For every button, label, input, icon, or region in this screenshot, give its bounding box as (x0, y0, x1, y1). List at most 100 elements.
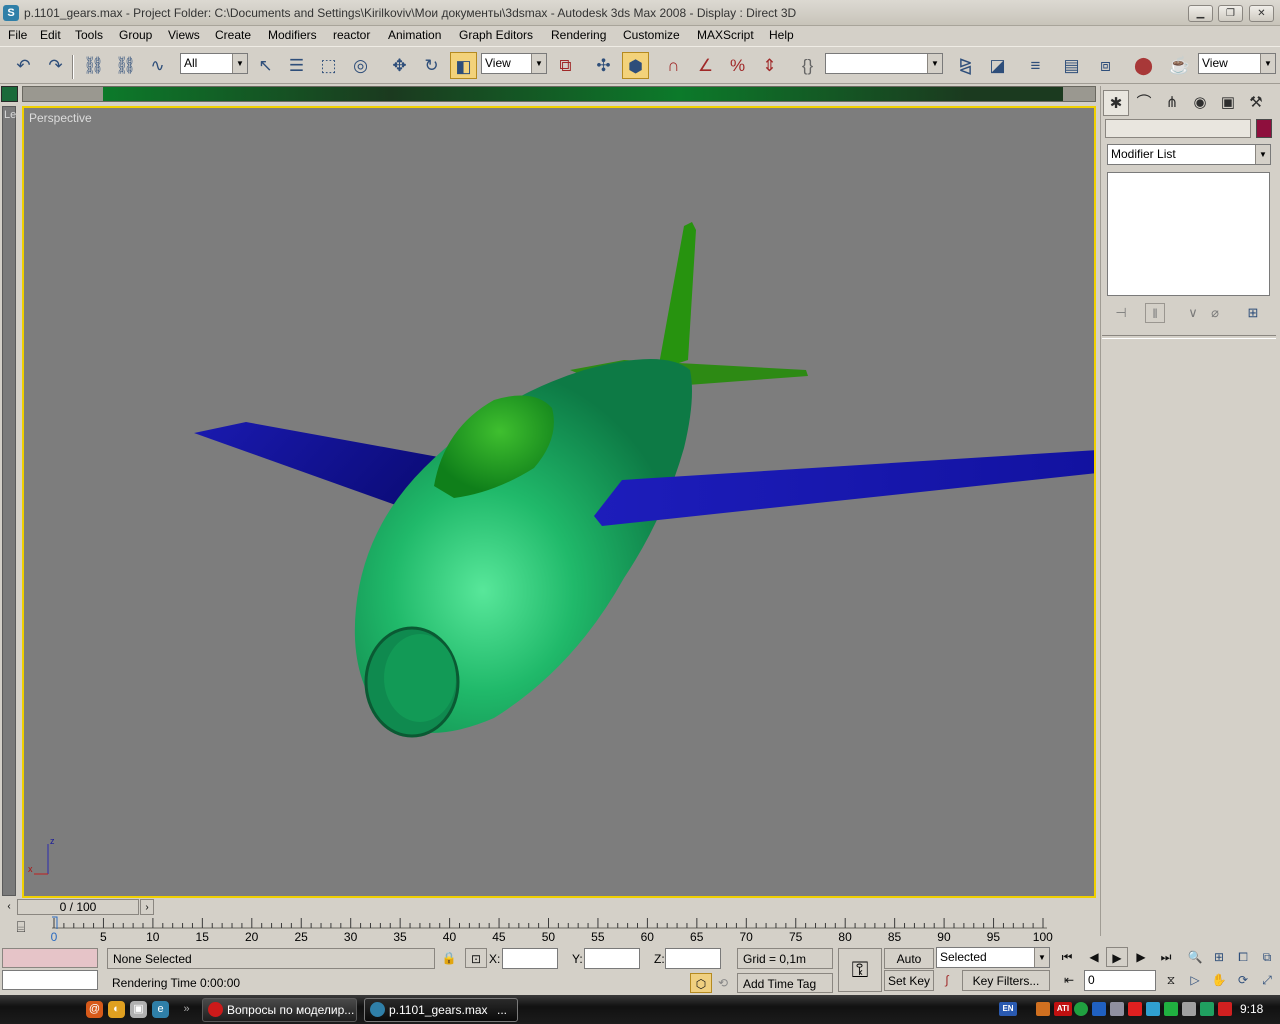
menu-modifiers[interactable]: Modifiers (268, 28, 317, 42)
spinner-snap-icon[interactable]: ⇕ (756, 52, 783, 79)
snaps-toggle-icon[interactable]: ∩ (660, 52, 687, 79)
arc-rotate-icon[interactable]: ⟳ (1232, 970, 1254, 990)
set-keys-key-icon[interactable]: ⚿ (838, 948, 882, 992)
add-time-tag-button[interactable]: Add Time Tag (737, 973, 833, 993)
x-coord-input[interactable] (502, 948, 558, 969)
device-tray-icon[interactable] (1110, 1002, 1124, 1016)
schematic-view-icon[interactable]: ⧈ (1092, 52, 1119, 79)
zoom-icon[interactable]: 🔍 (1184, 947, 1206, 967)
keyboard-shortcut-override-icon[interactable]: ⬢ (622, 52, 649, 79)
z-coord-input[interactable] (665, 948, 721, 969)
display-tab-icon[interactable]: ▣ (1215, 90, 1241, 116)
maxscript-mini-input[interactable] (2, 970, 98, 990)
monitor-tray-icon[interactable] (1092, 1002, 1106, 1016)
ati-tray-icon[interactable]: ATI (1054, 1002, 1072, 1016)
select-and-scale-icon[interactable]: ◧ (450, 52, 477, 79)
select-and-link-icon[interactable]: ⛓ (80, 52, 107, 79)
maximize-viewport-icon[interactable]: ⤢ (1256, 970, 1278, 990)
explorer-quicklaunch-icon[interactable]: ▣ (130, 1001, 147, 1018)
field-of-view-icon[interactable]: ▷ (1184, 970, 1206, 990)
menu-file[interactable]: File (8, 28, 27, 42)
time-slider-prev-icon[interactable]: ‹ (2, 899, 16, 915)
create-tab-icon[interactable]: ✱ (1103, 90, 1129, 116)
task-opera[interactable]: Вопросы по моделир... (202, 998, 357, 1022)
modifier-list-dropdown[interactable]: Modifier List ▼ (1107, 144, 1271, 165)
material-editor-icon[interactable]: ⬤ (1130, 52, 1157, 79)
time-slider[interactable]: 0 / 100 (17, 899, 139, 915)
left-viewport-edge[interactable]: Le (2, 106, 16, 896)
zoom-extents-icon[interactable]: ⧠ (1232, 947, 1254, 967)
menu-animation[interactable]: Animation (388, 28, 441, 42)
edit-named-selection-icon[interactable]: {} (794, 52, 821, 79)
next-frame-icon[interactable]: ▶ (1130, 947, 1152, 967)
set-key-button[interactable]: Set Key (884, 970, 934, 991)
align-icon[interactable]: ◪ (984, 52, 1011, 79)
browser-quicklaunch-icon[interactable]: ◐ (108, 1001, 125, 1018)
menu-rendering[interactable]: Rendering (551, 28, 606, 42)
current-frame-input[interactable]: 0 (1084, 970, 1156, 991)
zoom-extents-all-icon[interactable]: ⧉ (1256, 947, 1278, 967)
motion-tab-icon[interactable]: ◉ (1187, 90, 1213, 116)
quicklaunch-overflow-icon[interactable]: » (178, 1001, 195, 1018)
pin-stack-icon[interactable]: ⊣ (1111, 303, 1131, 323)
pivot-center-icon[interactable]: ⧉ (552, 52, 579, 79)
menu-create[interactable]: Create (215, 28, 251, 42)
object-color-swatch[interactable] (1256, 119, 1272, 138)
zoom-all-icon[interactable]: ⊞ (1208, 947, 1230, 967)
menu-reactor[interactable]: reactor (333, 28, 370, 42)
play-icon[interactable]: ▶ (1106, 947, 1128, 967)
configure-modifier-sets-icon[interactable]: ⊞ (1243, 303, 1263, 323)
update-tray-icon[interactable] (1164, 1002, 1178, 1016)
auto-key-button[interactable]: Auto Key (884, 948, 934, 986)
y-coord-input[interactable] (584, 948, 640, 969)
curve-editor-icon[interactable]: ▤ (1058, 52, 1085, 79)
open-mini-curve-editor-icon[interactable]: ⌸ (10, 919, 32, 939)
adaptive-degradation-icon[interactable]: ⬡ (690, 973, 712, 993)
menu-edit[interactable]: Edit (40, 28, 61, 42)
angle-snap-icon[interactable]: ∠ (692, 52, 719, 79)
named-selection-set-dropdown[interactable]: ▼ (825, 53, 943, 74)
menu-help[interactable]: Help (769, 28, 794, 42)
task-3dsmax[interactable]: p.1101_gears.max ... (364, 998, 518, 1022)
previous-frame-icon[interactable]: ◀ (1083, 947, 1105, 967)
viewport-strip-button[interactable] (1, 86, 18, 102)
bind-space-warp-icon[interactable]: ∿ (144, 52, 171, 79)
rectangular-selection-icon[interactable]: ⬚ (315, 52, 342, 79)
printer-tray-icon[interactable] (1182, 1002, 1196, 1016)
key-mode-dropdown[interactable]: Selected ▼ (936, 947, 1050, 968)
unlink-icon[interactable]: ⛓ (112, 52, 139, 79)
perspective-viewport[interactable]: Perspective z x (22, 106, 1096, 898)
pan-view-icon[interactable]: ✋ (1208, 970, 1230, 990)
make-unique-icon[interactable]: ∨ (1183, 303, 1203, 323)
reference-coordinate-dropdown[interactable]: View ▼ (481, 53, 547, 74)
sync-tray-icon[interactable] (1146, 1002, 1160, 1016)
menu-views[interactable]: Views (168, 28, 200, 42)
show-end-result-icon[interactable]: ‖ (1145, 303, 1165, 323)
select-and-rotate-icon[interactable]: ↻ (418, 52, 445, 79)
mail-agent-icon[interactable]: @ (86, 1001, 103, 1018)
mirror-icon[interactable]: ⧎ (952, 52, 979, 79)
ie-quicklaunch-icon[interactable]: e (152, 1001, 169, 1018)
language-indicator[interactable]: EN (999, 1002, 1017, 1016)
select-by-name-icon[interactable]: ☰ (283, 52, 310, 79)
menu-customize[interactable]: Customize (623, 28, 680, 42)
select-and-move-icon[interactable]: ✥ (386, 52, 413, 79)
absolute-mode-transform-icon[interactable]: ⊡ (465, 948, 487, 968)
select-and-manipulate-icon[interactable]: ✣ (590, 52, 617, 79)
key-mode-toggle-icon[interactable]: ⇤ (1058, 970, 1080, 990)
hierarchy-tab-icon[interactable]: ⋔ (1159, 90, 1185, 116)
redo-icon[interactable]: ↷ (42, 52, 69, 79)
antivirus-tray-icon[interactable] (1128, 1002, 1142, 1016)
window-crossing-icon[interactable]: ◎ (347, 52, 374, 79)
safe-remove-tray-icon[interactable] (1200, 1002, 1214, 1016)
key-filters-button[interactable]: Key Filters... (962, 970, 1050, 991)
menu-tools[interactable]: Tools (75, 28, 103, 42)
modifier-stack[interactable] (1107, 172, 1270, 296)
selection-lock-icon[interactable]: 🔒 (438, 948, 460, 968)
layer-manager-icon[interactable]: ≡ (1022, 52, 1049, 79)
network-tray-icon[interactable] (1074, 1002, 1088, 1016)
modify-tab-icon[interactable]: ⌒ (1131, 90, 1157, 116)
menu-group[interactable]: Group (119, 28, 152, 42)
time-configuration-icon[interactable]: ⧖ (1160, 970, 1182, 990)
selection-filter-dropdown[interactable]: All ▼ (180, 53, 248, 74)
